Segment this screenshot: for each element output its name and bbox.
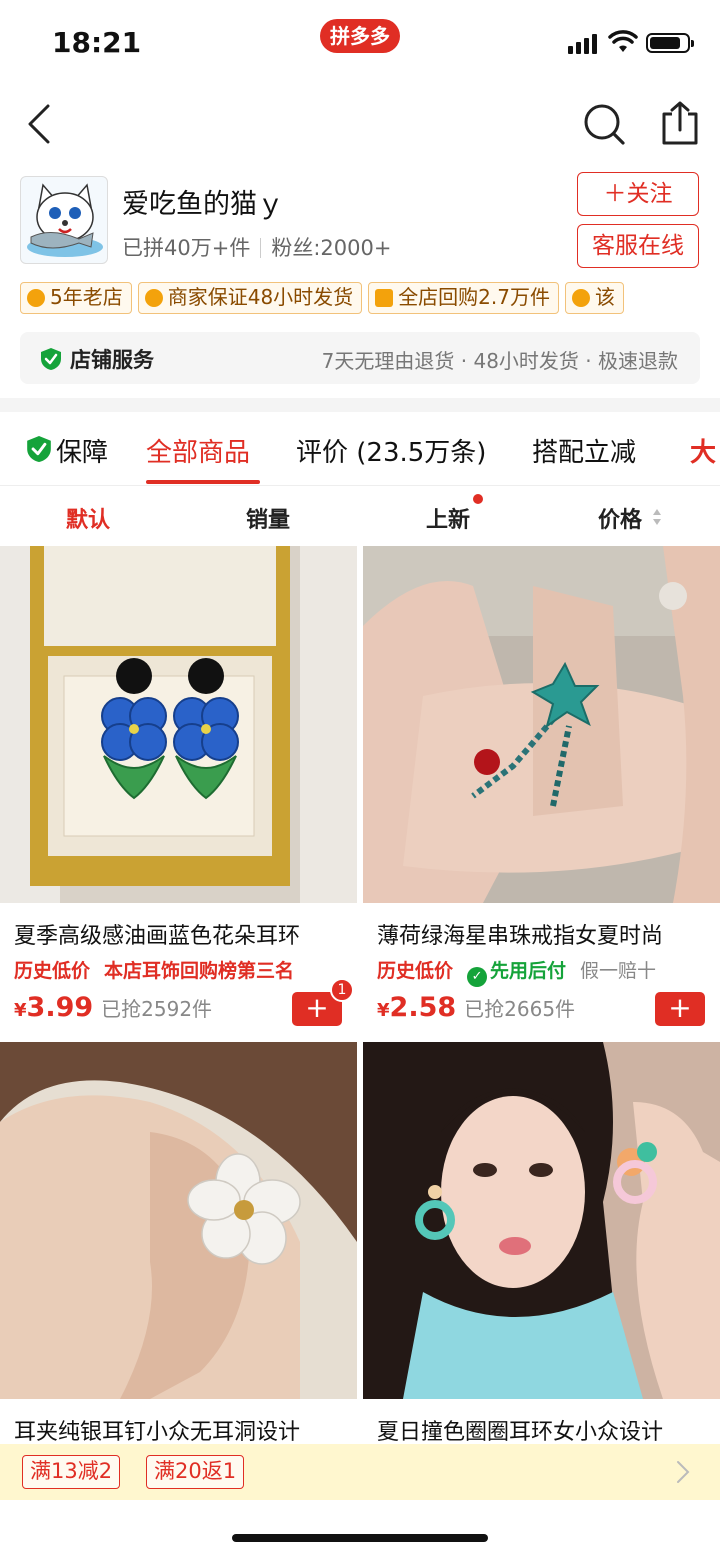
shop-avatar[interactable]: [20, 176, 108, 264]
shop-services-bar[interactable]: 店铺服务 7天无理由退货 · 48小时发货 · 极速退款: [20, 332, 700, 384]
promo-bar[interactable]: 满13减2 满20返1: [0, 1444, 720, 1500]
share-icon[interactable]: [660, 100, 700, 146]
sort-new[interactable]: 上新: [426, 502, 470, 534]
thumbs-up-icon: [572, 289, 590, 307]
shop-tags: 5年老店 商家保证48小时发货 全店回购2.7万件该: [20, 282, 720, 314]
battery-icon: [646, 33, 694, 53]
authentic-badge: 假一赔十: [580, 960, 657, 982]
product-card[interactable]: 薄荷绿海星串珠戒指女夏时尚 历史低价 ✓ 先用后付 假一赔十 ¥2.58 已抢2665件…: [363, 546, 720, 1036]
shop-tag[interactable]: 该: [565, 282, 624, 314]
section-divider: [0, 398, 720, 412]
sold-count: 已抢2592件: [101, 997, 213, 1021]
clock-icon: [144, 289, 163, 307]
promo-tag[interactable]: 满20返1: [146, 1455, 245, 1489]
app-badge: 拼多多: [320, 19, 400, 53]
product-image[interactable]: [363, 546, 720, 903]
price-currency: ¥: [377, 1000, 390, 1021]
cart-icon: [375, 289, 394, 307]
tab-reviews[interactable]: 评价 (23.5万条): [296, 432, 486, 469]
pay-later-badge: 先用后付: [490, 960, 567, 982]
shop-header: 爱吃鱼的猫ｙ 已拼40万+件 粉丝:2000+ ＋关注 客服在线: [0, 170, 720, 270]
services-list: 7天无理由退货 · 48小时发货 · 极速退款: [321, 349, 678, 373]
status-bar: 18:21 拼多多: [0, 0, 720, 86]
product-title[interactable]: 夏季高级感油画蓝色花朵耳环: [14, 918, 349, 950]
product-card[interactable]: 耳夹纯银耳钉小众无耳洞设计: [0, 1042, 357, 1446]
new-dot-indicator: [473, 494, 483, 504]
cart-count-badge: 1: [330, 978, 354, 1002]
shop-sold-count: 已拼40万+件: [122, 236, 251, 260]
product-title[interactable]: 夏日撞色圈圈耳环女小众设计: [377, 1414, 712, 1446]
price-value: 3.99: [26, 992, 94, 1023]
sort-sales[interactable]: 销量: [246, 502, 290, 534]
tab-guarantee[interactable]: 保障: [56, 432, 108, 469]
wifi-icon: [608, 30, 638, 52]
product-title[interactable]: 耳夹纯银耳钉小众无耳洞设计: [14, 1414, 349, 1446]
ranking-badge: 本店耳饰回购榜第三名: [104, 960, 295, 982]
price-value: 2.58: [389, 992, 457, 1023]
sort-default[interactable]: 默认: [66, 502, 110, 534]
product-title[interactable]: 薄荷绿海星串珠戒指女夏时尚: [377, 918, 712, 950]
product-card[interactable]: 夏季高级感油画蓝色花朵耳环 历史低价 本店耳饰回购榜第三名 ¥3.99 已抢2592…: [0, 546, 357, 1036]
shop-tag[interactable]: 5年老店: [20, 282, 132, 314]
follow-button[interactable]: ＋关注: [577, 172, 699, 216]
tab-more[interactable]: 大: [690, 432, 716, 469]
shop-tabs: 保障 全部商品 评价 (23.5万条) 搭配立减 大: [0, 412, 720, 486]
services-title: 店铺服务: [70, 348, 154, 372]
search-icon[interactable]: [582, 102, 626, 146]
product-price: ¥2.58 已抢2665件: [377, 992, 575, 1023]
home-indicator[interactable]: [232, 1534, 488, 1542]
promo-tag[interactable]: 满13减2: [22, 1455, 121, 1489]
active-tab-indicator: [146, 480, 260, 484]
tab-bundle-discount[interactable]: 搭配立减: [532, 432, 636, 469]
sort-arrows-icon: [653, 509, 661, 525]
shop-meta: 已拼40万+件 粉丝:2000+: [122, 232, 391, 262]
back-icon[interactable]: [24, 102, 54, 146]
product-price: ¥3.99 已抢2592件: [14, 992, 212, 1023]
cat-logo-icon: [27, 183, 103, 257]
add-to-cart-button[interactable]: +: [655, 992, 705, 1026]
sold-count: 已抢2665件: [464, 997, 576, 1021]
sort-bar: 默认 销量 上新 价格: [0, 486, 720, 546]
product-card[interactable]: 夏日撞色圈圈耳环女小众设计: [363, 1042, 720, 1446]
price-currency: ¥: [14, 1000, 27, 1021]
shop-tag[interactable]: 商家保证48小时发货: [137, 282, 363, 314]
shop-tag[interactable]: 全店回购2.7万件: [368, 282, 559, 314]
sort-price[interactable]: 价格: [598, 502, 642, 534]
product-badges: 历史低价 ✓ 先用后付 假一赔十: [377, 956, 656, 987]
customer-service-button[interactable]: 客服在线: [577, 224, 699, 268]
tab-all-products[interactable]: 全部商品: [146, 432, 250, 469]
shield-check-icon: [27, 436, 51, 462]
shield-check-icon: [41, 348, 61, 370]
low-price-badge: 历史低价: [14, 960, 91, 982]
pay-later-icon: ✓: [467, 967, 488, 987]
shop-age-icon: [27, 289, 45, 307]
meta-divider: [260, 238, 262, 258]
chevron-right-icon[interactable]: [676, 1460, 690, 1484]
low-price-badge: 历史低价: [377, 960, 454, 982]
shop-name: 爱吃鱼的猫ｙ: [122, 189, 284, 220]
product-image[interactable]: [0, 546, 357, 903]
product-badges: 历史低价 本店耳饰回购榜第三名: [14, 956, 308, 983]
shop-fans: 粉丝:2000+: [271, 236, 392, 260]
signal-icon: [568, 34, 600, 54]
product-image[interactable]: [0, 1042, 357, 1399]
status-time: 18:21: [52, 26, 142, 59]
product-image[interactable]: [363, 1042, 720, 1399]
top-nav: [0, 86, 720, 162]
